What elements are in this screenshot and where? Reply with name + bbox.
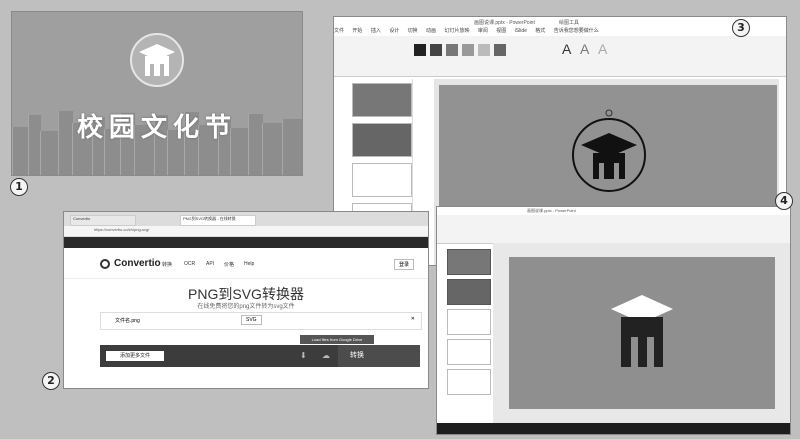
tab-slideshow[interactable]: 幻灯片放映 [444, 28, 469, 34]
dropbox-icon[interactable]: ⬇ [300, 351, 307, 360]
browser-window: Convertio PNG到SVG转换器 - 在线转换 https://conv… [64, 212, 428, 388]
ribbon [437, 215, 790, 244]
ribbon-tabs: 文件 开始 插入 设计 切换 动画 幻灯片放映 审阅 视图 iSlide 格式 … [334, 27, 786, 35]
style-swatch[interactable] [446, 44, 458, 56]
window-title: 画图说课.pptx - PowerPoint [527, 208, 576, 213]
slide-thumbnail[interactable] [447, 369, 491, 395]
tab-home[interactable]: 开始 [352, 28, 362, 34]
label-3: 3 [732, 19, 750, 37]
search-hint[interactable]: 告诉我您想要做什么 [554, 28, 599, 34]
tab-islide[interactable]: iSlide [515, 28, 527, 34]
slide-thumbnails [437, 243, 494, 423]
address-bar: https://convertio.co/zh/png-svg/ [64, 226, 428, 237]
powerpoint-window-bottom: 画图说课.pptx - PowerPoint [437, 207, 790, 434]
tab-view[interactable]: 视图 [496, 28, 506, 34]
slide-thumbnail[interactable] [447, 279, 491, 305]
window-title: 画图说课.pptx - PowerPoint [474, 20, 535, 26]
slide-thumbnail[interactable] [352, 163, 412, 197]
close-icon[interactable]: ✕ [411, 316, 415, 322]
tab-design[interactable]: 设计 [389, 28, 399, 34]
graduation-cap-icon [611, 295, 673, 367]
slide-preview: 校园文化节 [12, 12, 302, 175]
url-field[interactable]: https://convertio.co/zh/png-svg/ [94, 227, 149, 232]
browser-tab-active[interactable]: PNG到SVG转换器 - 在线转换 [180, 215, 256, 226]
convert-button[interactable]: 转换 [338, 345, 420, 367]
tab-file[interactable]: 文件 [334, 28, 344, 34]
style-swatch[interactable] [414, 44, 426, 56]
bookmark-bar [64, 237, 428, 248]
nav-help[interactable]: Help [244, 261, 254, 267]
ribbon: A A A [334, 36, 786, 77]
nav-ocr[interactable]: OCR [184, 261, 195, 267]
nav-api[interactable]: API [206, 261, 214, 267]
style-swatch[interactable] [494, 44, 506, 56]
convertio-logo-icon [100, 259, 110, 269]
tab-review[interactable]: 审阅 [478, 28, 488, 34]
slide-thumbnail[interactable] [447, 339, 491, 365]
slide-thumbnail[interactable] [447, 309, 491, 335]
nav-convert[interactable]: 转换 [162, 261, 172, 268]
label-1: 1 [10, 178, 28, 196]
slide-canvas[interactable] [509, 257, 775, 409]
wordart-icon[interactable]: A [562, 41, 571, 57]
page-subheading: 在线免费将您的png文件转为svg文件 [197, 304, 295, 310]
style-swatch[interactable] [478, 44, 490, 56]
site-logo[interactable]: Convertio [114, 258, 161, 269]
file-row: 文件名.png SVG ✕ [100, 312, 422, 330]
slide-thumbnail[interactable] [447, 249, 491, 275]
graduation-cap-icon [130, 33, 184, 87]
tab-animations[interactable]: 动画 [426, 28, 436, 34]
login-button[interactable]: 登录 [394, 259, 415, 270]
tooltip: Load files from Google Drive [300, 335, 374, 344]
style-swatch[interactable] [462, 44, 474, 56]
tools-label: 绘图工具 [559, 20, 580, 26]
taskbar [437, 423, 790, 434]
format-select[interactable]: SVG [241, 315, 262, 325]
label-2: 2 [42, 372, 60, 390]
tab-strip: Convertio PNG到SVG转换器 - 在线转换 [64, 212, 428, 226]
slide-title: 校园文化节 [76, 113, 237, 143]
label-4: 4 [775, 192, 793, 210]
action-bar: 添加更多文件 ⬇ ☁ 转换 [100, 345, 420, 367]
browser-tab[interactable]: Convertio [70, 215, 136, 226]
tab-transitions[interactable]: 切换 [408, 28, 418, 34]
site-nav: Convertio 转换 OCR API 价格 Help 登录 [64, 250, 428, 279]
google-drive-icon[interactable]: ☁ [322, 351, 330, 360]
tab-insert[interactable]: 插入 [371, 28, 381, 34]
wordart-icon[interactable]: A [580, 41, 589, 57]
tab-format[interactable]: 格式 [535, 28, 545, 34]
selected-cap-icon[interactable] [567, 107, 651, 199]
slide-thumbnail[interactable] [352, 123, 412, 157]
slide-thumbnail[interactable] [352, 83, 412, 117]
nav-pricing[interactable]: 价格 [224, 261, 234, 268]
style-swatch[interactable] [430, 44, 442, 56]
canvas-area [493, 243, 790, 423]
add-files-button[interactable]: 添加更多文件 [106, 351, 164, 361]
file-name: 文件名.png [115, 318, 140, 324]
wordart-icon[interactable]: A [598, 41, 607, 57]
